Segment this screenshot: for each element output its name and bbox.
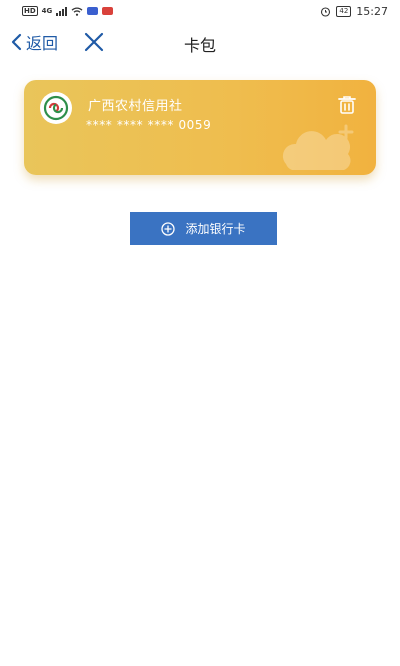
app-notification-icon xyxy=(87,7,99,15)
message-notification-icon xyxy=(102,7,114,15)
card-watermark-icon xyxy=(282,124,354,170)
bank-card[interactable]: 广西农村信用社 **** **** **** 0059 xyxy=(24,80,376,175)
back-button[interactable]: 返回 xyxy=(10,30,58,54)
nav-bar: 卡包 返回 xyxy=(0,22,400,62)
status-right: 42 15:27 xyxy=(320,5,388,18)
clock: 15:27 xyxy=(356,4,388,18)
add-bank-card-label: 添加银行卡 xyxy=(185,222,246,236)
status-left: HD 4G xyxy=(22,6,114,16)
signal-icon xyxy=(56,6,68,16)
card-number: **** **** **** 0059 xyxy=(86,118,212,132)
status-bar: HD 4G 42 15:27 xyxy=(0,0,400,22)
plus-circle-icon xyxy=(161,221,176,236)
close-icon[interactable] xyxy=(83,31,105,53)
alarm-icon xyxy=(321,6,331,17)
bank-logo-icon xyxy=(40,92,72,124)
battery-icon: 42 xyxy=(336,5,352,17)
chevron-left-icon xyxy=(11,33,22,51)
wifi-icon xyxy=(71,6,83,16)
network-type: 4G xyxy=(41,7,53,15)
add-bank-card-button[interactable]: 添加银行卡 xyxy=(130,212,277,245)
page-title: 卡包 xyxy=(183,36,216,55)
bank-name: 广西农村信用社 xyxy=(88,99,183,114)
back-label: 返回 xyxy=(26,34,59,53)
hd-badge: HD xyxy=(22,6,38,16)
trash-icon[interactable] xyxy=(336,94,358,116)
